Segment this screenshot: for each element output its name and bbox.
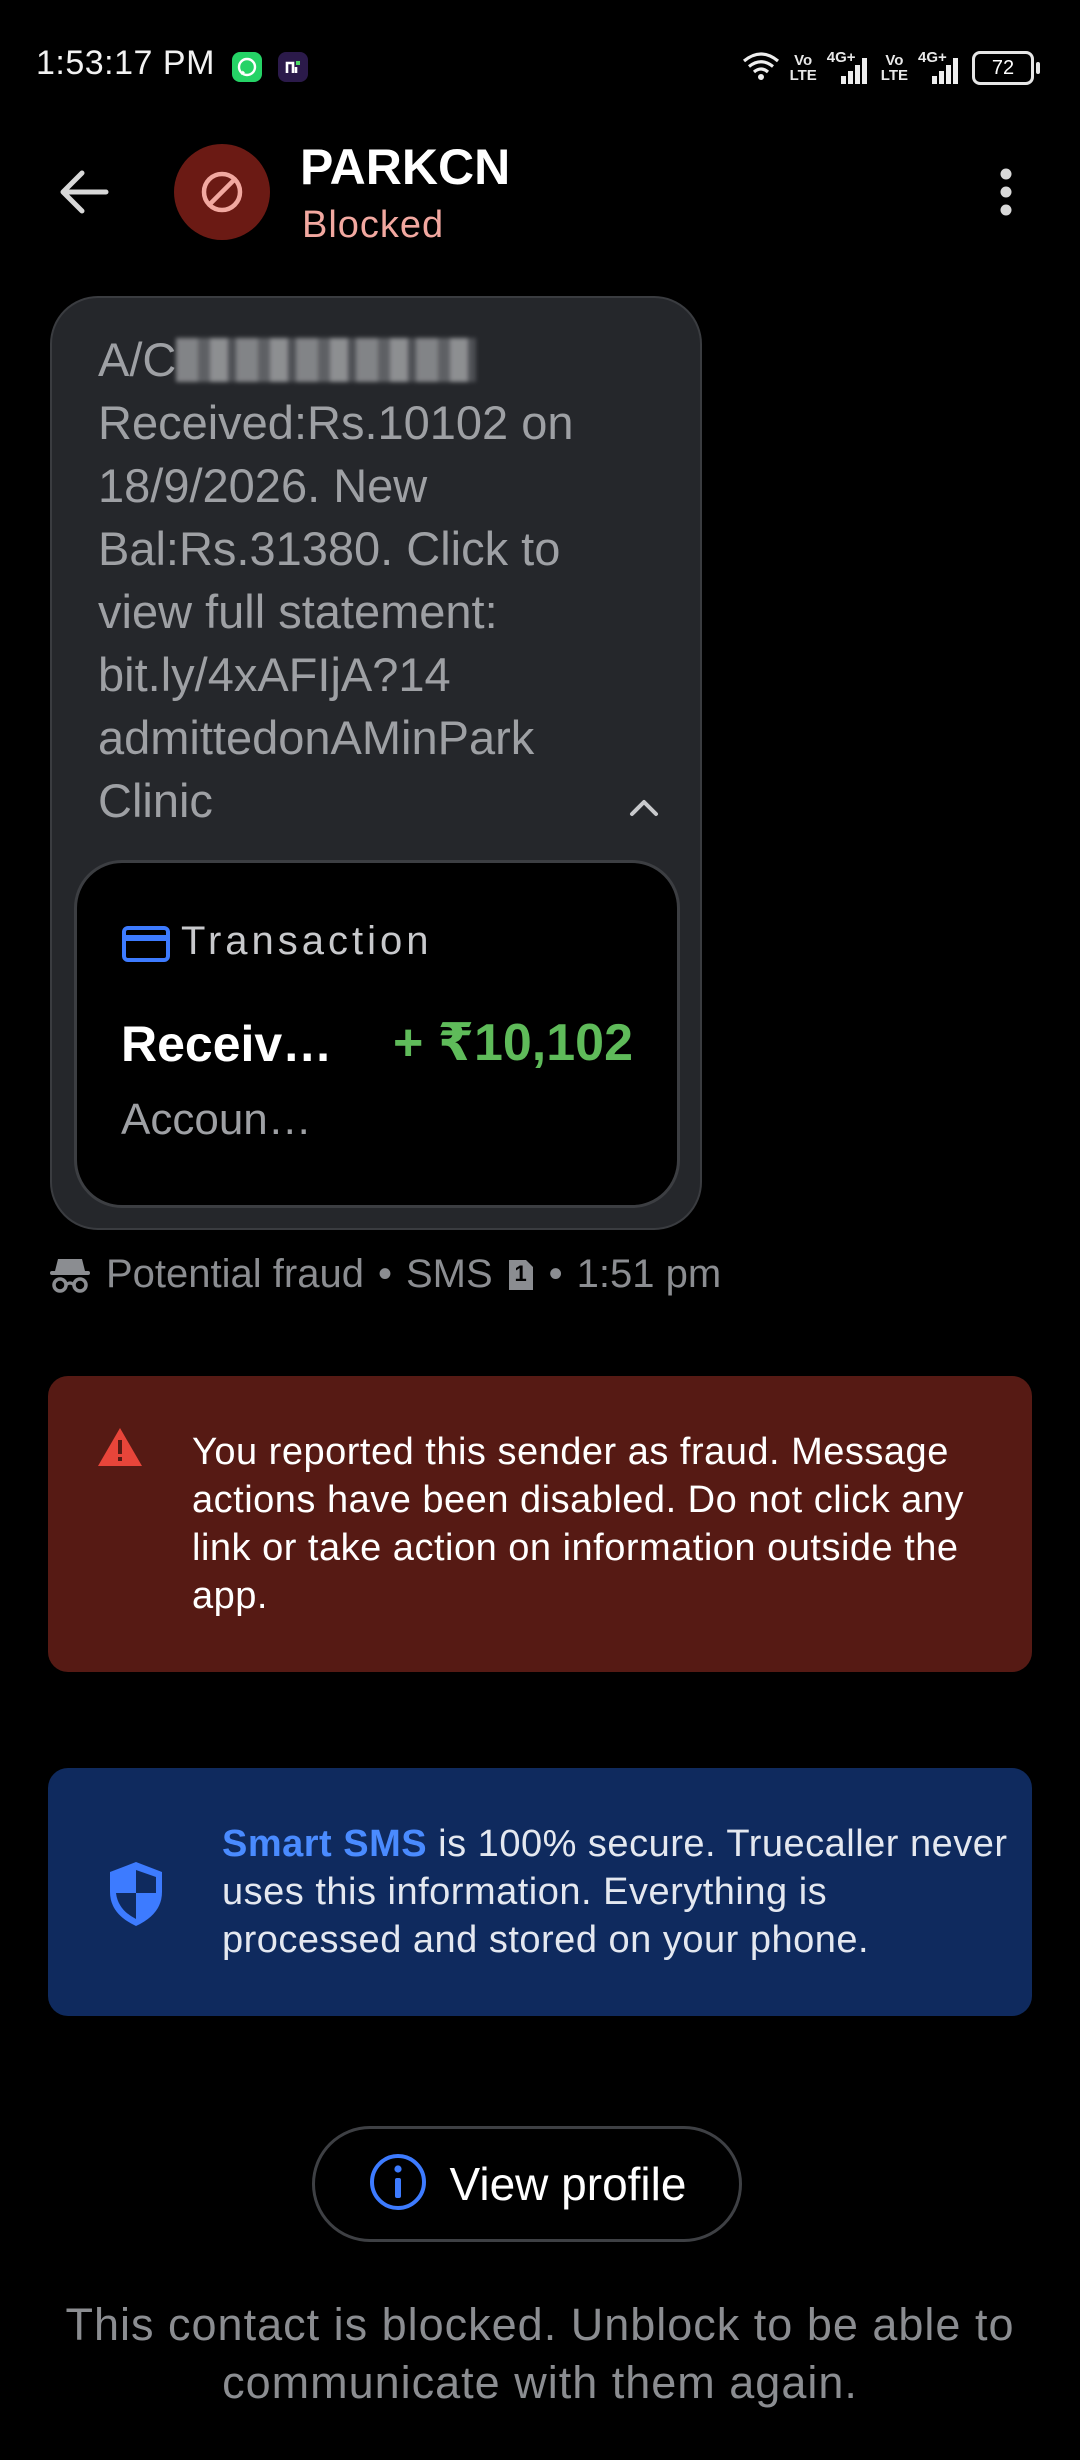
- fraud-warning-banner: You reported this sender as fraud. Messa…: [48, 1376, 1032, 1672]
- chevron-up-icon[interactable]: [622, 786, 666, 830]
- spy-icon: [48, 1255, 92, 1295]
- message-account-prefix: A/C: [98, 333, 177, 386]
- transaction-label: Receiv…: [121, 1016, 333, 1072]
- sim1-lte: LTE: [789, 67, 817, 84]
- blocked-contact-note: This contact is blocked. Unblock to be a…: [65, 2299, 1015, 2408]
- status-time: 1:53:17 PM: [36, 44, 215, 82]
- secure-info-banner: Smart SMS is 100% secure. Truecaller nev…: [48, 1768, 1032, 2016]
- fraud-warning-text: You reported this sender as fraud. Messa…: [192, 1431, 964, 1617]
- secure-info-text: Smart SMS is 100% secure. Truecaller nev…: [222, 1820, 1012, 1964]
- info-icon: [368, 2152, 428, 2217]
- message-meta: Potential fraud • SMS 1 • 1:51 pm: [48, 1252, 721, 1297]
- smart-sms-link[interactable]: Smart SMS: [222, 1823, 427, 1865]
- shield-icon: [106, 1860, 166, 1928]
- credit-card-icon: [121, 919, 171, 969]
- avatar[interactable]: [174, 144, 270, 240]
- more-options-icon[interactable]: [992, 160, 1020, 224]
- battery-icon: 72: [972, 51, 1040, 85]
- wifi-icon: [742, 51, 780, 86]
- message-body: Received:Rs.10102 on 18/9/2026. New Bal:…: [98, 396, 574, 827]
- message-text: A/C Received:Rs.10102 on 18/9/2026. New …: [98, 328, 658, 832]
- sim2-signal-icon: 4G+: [918, 50, 962, 86]
- warning-icon: [96, 1426, 144, 1468]
- meta-separator: •: [377, 1252, 392, 1296]
- view-profile-button[interactable]: View profile: [312, 2126, 742, 2242]
- message-bubble[interactable]: A/C Received:Rs.10102 on 18/9/2026. New …: [50, 296, 702, 1230]
- battery-level: 72: [991, 56, 1015, 79]
- sim-number: 1: [514, 1260, 527, 1286]
- meta-category: Potential fraud: [106, 1252, 364, 1296]
- back-arrow-icon[interactable]: [52, 160, 116, 224]
- sender-name[interactable]: PARKCN: [300, 138, 510, 196]
- status-indicators: Vo LTE 4G+ Vo LTE 4G+ 72: [742, 48, 1040, 88]
- transaction-account: Accoun…: [121, 1095, 312, 1144]
- sender-status: Blocked: [302, 204, 445, 246]
- whatsapp-notification-icon: [232, 52, 262, 82]
- sim1-volte-label: Vo LTE: [790, 53, 817, 83]
- transaction-title: Transaction: [181, 919, 433, 963]
- app-notification-icon: [278, 52, 308, 82]
- meta-channel: SMS: [405, 1252, 493, 1296]
- redacted-account-number: [176, 338, 477, 382]
- sim2-volte-label: Vo LTE: [881, 53, 908, 83]
- block-icon: [201, 171, 243, 213]
- transaction-card[interactable]: Transaction Receiv… + ₹10,102 Accoun…: [74, 860, 680, 1208]
- meta-time: 1:51 pm: [576, 1252, 722, 1296]
- view-profile-label: View profile: [449, 2158, 687, 2210]
- meta-separator: •: [548, 1252, 563, 1296]
- sim1-signal-icon: 4G+: [827, 50, 871, 86]
- status-bar: 1:53:17 PM Vo LTE 4G+ Vo LTE 4G+ 72: [0, 0, 1080, 130]
- sim2-lte: LTE: [880, 67, 908, 84]
- transaction-amount: + ₹10,102: [392, 1014, 633, 1072]
- sim-card-icon: 1: [507, 1258, 535, 1292]
